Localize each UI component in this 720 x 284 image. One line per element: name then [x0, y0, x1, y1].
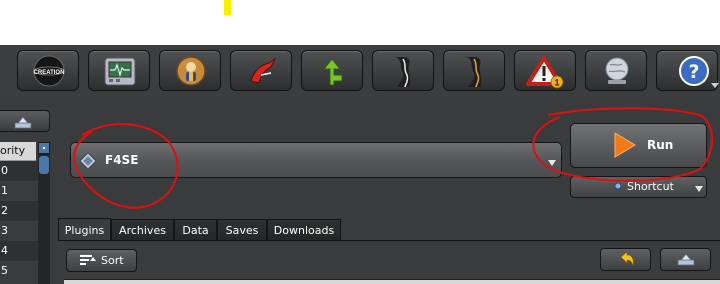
tools-button[interactable]: [230, 50, 292, 91]
sort-button[interactable]: Sort: [66, 249, 137, 272]
shortcut-button[interactable]: Shortcut: [570, 176, 707, 198]
tools-icon: [250, 57, 277, 84]
tab-plugins[interactable]: Plugins: [58, 218, 111, 241]
problem-count-badge: 1: [554, 78, 559, 88]
game-button[interactable]: [159, 50, 221, 91]
problems-button[interactable]: 1: [514, 50, 576, 91]
creation-kit-icon: CREATION: [33, 55, 65, 87]
priority-cell[interactable]: 5: [0, 261, 38, 281]
tab-saves[interactable]: Saves: [217, 219, 267, 240]
help-icon: ?: [679, 56, 709, 86]
profile-right-button[interactable]: [443, 50, 505, 91]
restore-backup-button[interactable]: [600, 248, 651, 271]
run-button[interactable]: Run: [570, 123, 707, 168]
run-button-label: Run: [647, 138, 674, 152]
warning-icon: 1: [526, 56, 564, 89]
path-button[interactable]: [301, 50, 363, 91]
folder-icon: [14, 116, 32, 129]
path-icon: [322, 58, 343, 86]
shortcut-button-label: Shortcut: [627, 180, 674, 193]
globe-icon: [605, 57, 629, 84]
scroll-up-button[interactable]: [38, 142, 50, 154]
mod-organizer-window: CREATION 1 ? ority 0 1 2 3 4 5 F4SE Run …: [0, 45, 720, 284]
priority-cell[interactable]: 2: [0, 201, 38, 221]
executable-select-value: F4SE: [105, 153, 139, 167]
priority-column-header[interactable]: ority: [0, 142, 36, 161]
executable-select[interactable]: F4SE: [70, 142, 562, 178]
shortcut-icon: [614, 182, 622, 190]
sort-button-label: Sort: [101, 254, 124, 267]
sort-icon: [80, 255, 96, 265]
creation-kit-text: CREATION: [34, 70, 65, 76]
priority-cell[interactable]: 1: [0, 181, 38, 201]
yellow-highlight-mark: [224, 0, 231, 15]
tab-archives[interactable]: Archives: [111, 219, 174, 240]
priority-cell[interactable]: 0: [0, 161, 38, 181]
vault-boy-icon: [176, 56, 206, 86]
tab-data[interactable]: Data: [174, 219, 217, 240]
folder-icon: [677, 253, 695, 266]
mod-list-scrollbar[interactable]: [38, 142, 50, 284]
toolbar: CREATION 1 ?: [0, 45, 720, 98]
profile-left-button[interactable]: [372, 50, 434, 91]
priority-cell[interactable]: 4: [0, 241, 38, 261]
executables-button[interactable]: [88, 50, 150, 91]
toolbar-overflow-arrow[interactable]: [711, 83, 719, 88]
priority-list: 0 1 2 3 4 5: [0, 161, 38, 281]
profile-right-icon: [466, 57, 482, 88]
shortcut-dropdown-icon[interactable]: [695, 186, 703, 192]
tab-downloads[interactable]: Downloads: [267, 219, 341, 240]
help-icon-text: ?: [688, 61, 699, 83]
help-button[interactable]: ?: [656, 50, 718, 91]
update-button[interactable]: [585, 50, 647, 91]
open-folder-button[interactable]: [0, 110, 50, 132]
play-icon: [614, 132, 636, 158]
creation-kit-button[interactable]: CREATION: [17, 50, 79, 91]
chevron-down-icon: [548, 160, 556, 166]
plugin-list-header: [64, 279, 720, 284]
mod-list-pane: ority 0 1 2 3 4 5: [0, 98, 54, 284]
executable-icon: [104, 57, 136, 86]
priority-cell[interactable]: 3: [0, 221, 38, 241]
profile-left-icon: [395, 57, 411, 88]
scroll-thumb[interactable]: [39, 156, 49, 174]
undo-arrow-icon: [620, 251, 634, 266]
plugins-folder-button[interactable]: [660, 248, 711, 271]
f4se-icon: [79, 152, 97, 170]
